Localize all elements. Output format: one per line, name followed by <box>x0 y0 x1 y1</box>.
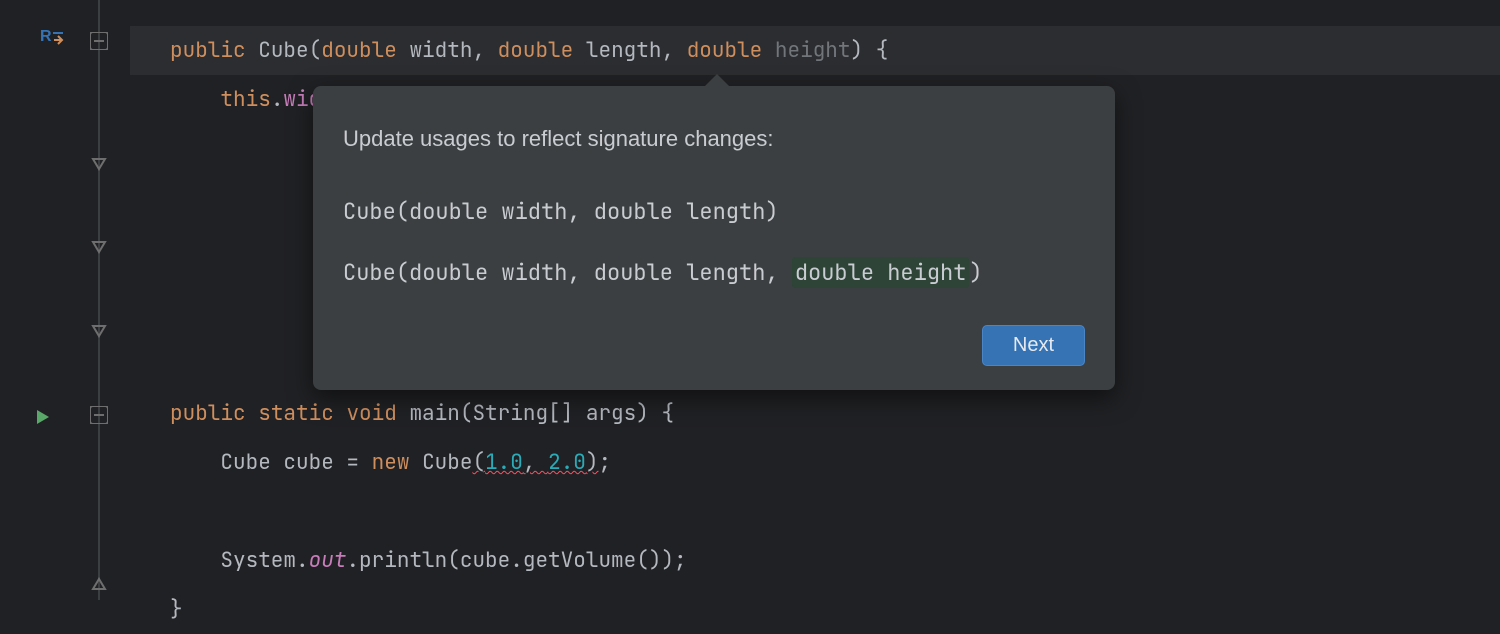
param: height <box>775 37 851 64</box>
fold-toggle-icon[interactable] <box>90 406 108 424</box>
static-field: out <box>309 547 347 574</box>
refactor-popup: Update usages to reflect signature chang… <box>313 86 1115 390</box>
svg-text:R: R <box>40 28 52 45</box>
keyword: double <box>321 37 397 64</box>
keyword: public <box>170 37 246 64</box>
keyword: void <box>346 400 396 427</box>
code-line[interactable]: public static void main(String[] args) { <box>130 389 1500 438</box>
number: 2.0 <box>548 449 586 476</box>
gutter: R <box>0 0 130 600</box>
code-line[interactable]: } <box>130 585 1500 634</box>
popup-button-row: Next <box>343 325 1085 366</box>
keyword: public <box>170 400 246 427</box>
number: 1.0 <box>485 449 523 476</box>
run-icon[interactable] <box>34 406 52 433</box>
code-area[interactable]: public Cube(double width, double length,… <box>130 0 1500 600</box>
fold-toggle-icon[interactable] <box>90 155 108 173</box>
fold-toggle-icon[interactable] <box>90 238 108 256</box>
code-line[interactable] <box>130 487 1500 536</box>
fold-toggle-icon[interactable] <box>90 322 108 340</box>
punct: ( <box>309 37 322 64</box>
fold-toggle-icon[interactable] <box>90 32 108 50</box>
punct: ) { <box>851 37 889 64</box>
popup-title: Update usages to reflect signature chang… <box>343 114 1085 163</box>
error-underline: (1.0, 2.0) <box>472 449 598 476</box>
keyword: double <box>687 37 763 64</box>
code-line[interactable]: public Cube(double width, double length,… <box>130 26 1500 75</box>
code-editor: R public Cube(double width, <box>0 0 1500 600</box>
fold-toggle-icon[interactable] <box>90 575 108 593</box>
signature-old: Cube(double width, double length) <box>343 187 1085 236</box>
keyword: this <box>220 86 270 113</box>
code-line[interactable]: Cube cube = new Cube(1.0, 2.0); <box>130 438 1500 487</box>
type-name: Cube <box>258 37 308 64</box>
method-name: main <box>409 400 459 427</box>
fold-guide-line <box>98 0 100 600</box>
signature-added-param: double height <box>792 257 970 288</box>
param: width <box>409 37 472 64</box>
keyword: new <box>372 449 410 476</box>
refactor-icon[interactable]: R <box>40 26 64 55</box>
signature-new: Cube(double width, double length, double… <box>343 248 1085 297</box>
keyword: double <box>498 37 574 64</box>
param: length <box>586 37 662 64</box>
code-line[interactable]: System.out.println(cube.getVolume()); <box>130 536 1500 585</box>
keyword: static <box>258 400 334 427</box>
next-button[interactable]: Next <box>982 325 1085 366</box>
